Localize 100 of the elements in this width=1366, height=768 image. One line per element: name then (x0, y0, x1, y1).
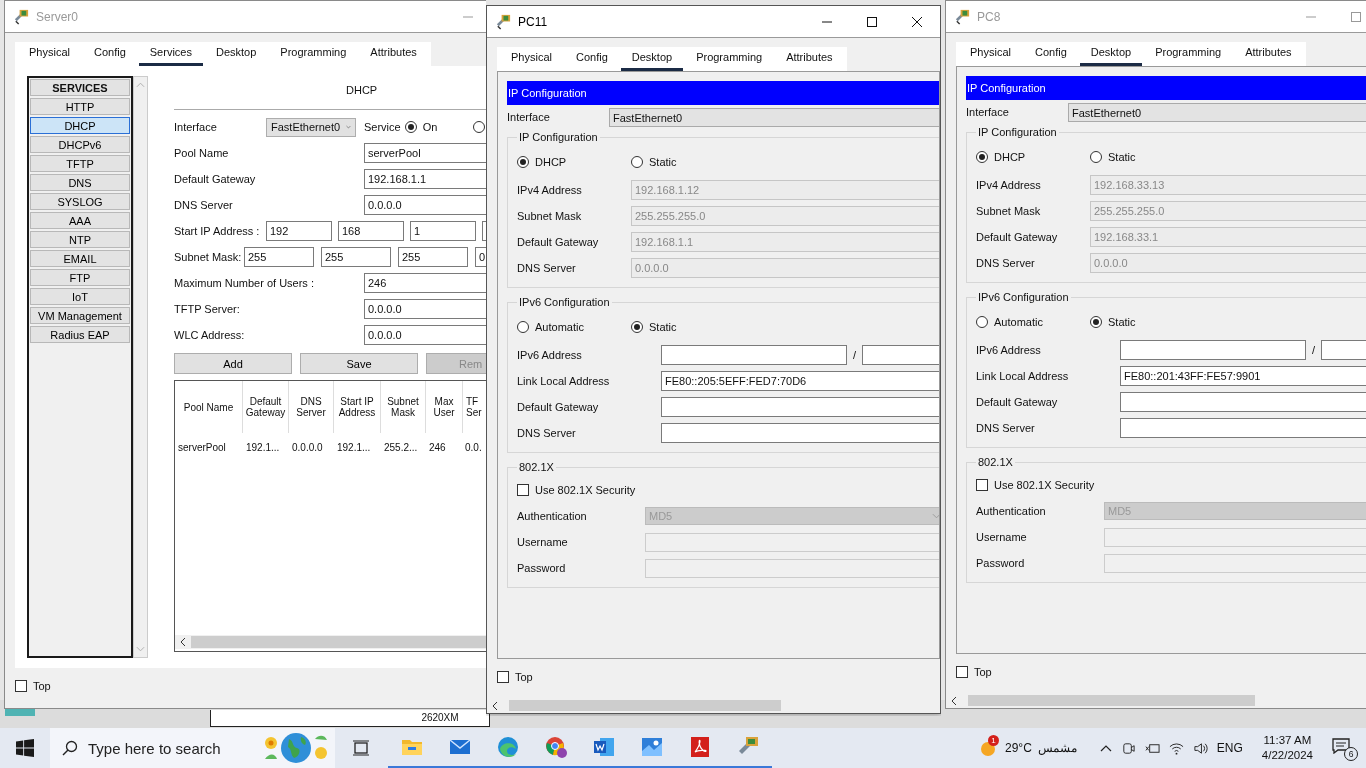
column-header[interactable]: Default Gateway (243, 381, 289, 433)
table-cell-text: 255.2... (383, 441, 419, 453)
checkbox-label: Top (974, 666, 992, 678)
tab[interactable]: Config (82, 42, 137, 66)
table-cell-text: 192.1... (336, 441, 372, 453)
radio-label: On (422, 121, 438, 133)
tab[interactable]: Config (564, 47, 619, 71)
input-field[interactable]: 1 (410, 221, 476, 241)
tab[interactable]: Attributes (359, 42, 428, 66)
language-indicator[interactable]: ENG (1216, 741, 1243, 755)
tab[interactable]: Programming (685, 47, 774, 71)
field-label: Link Local Address (517, 375, 611, 387)
field-label: Default Gateway (976, 231, 1059, 243)
input-field[interactable]: 255 (244, 247, 314, 267)
field-label: Subnet Mask (976, 205, 1042, 217)
tab[interactable]: Attributes (775, 47, 844, 71)
input-field[interactable]: 246 (364, 273, 486, 293)
table-cell-text: 0.0.0.0 (291, 441, 324, 453)
field-label: Password (976, 557, 1026, 569)
group-title: 802.1X (977, 456, 1014, 468)
checkbox-label: Top (33, 680, 51, 692)
service-item[interactable]: DHCPv6 (30, 136, 130, 153)
field-label: Interface (174, 121, 218, 133)
table-cell-text: serverPool (177, 441, 227, 453)
input-field[interactable]: 255 (398, 247, 468, 267)
service-item[interactable]: VM Management (30, 307, 130, 324)
field-label: DNS Server (517, 262, 577, 274)
input-field[interactable]: 192 (266, 221, 332, 241)
radio-label: DHCP (535, 156, 567, 168)
window-title: PC8 (977, 9, 1001, 24)
temperature-text: 29°C (1005, 741, 1032, 755)
interface-field[interactable]: FastEthernet0 (609, 107, 939, 127)
input-field[interactable]: serverPool (364, 143, 486, 163)
tab[interactable]: Programming (1144, 42, 1233, 66)
column-header[interactable]: Max User (426, 381, 463, 433)
field-label: DNS Server (976, 422, 1036, 434)
input-field[interactable]: 168 (338, 221, 404, 241)
input-field[interactable]: 0.0.0.0 (364, 325, 486, 345)
field-label: Authentication (976, 505, 1047, 517)
radio-label: Static (649, 156, 677, 168)
service-item[interactable]: DNS (30, 174, 130, 191)
clock-date[interactable]: 4/22/2024 (1261, 748, 1313, 763)
input-field[interactable]: FE80::201:43FF:FE57:9901 (1120, 366, 1366, 386)
tab[interactable]: Config (1023, 42, 1078, 66)
interface-field[interactable]: FastEthernet0 (1068, 102, 1366, 122)
field-label: Subnet Mask: (174, 251, 243, 263)
tab[interactable]: Attributes (1234, 42, 1303, 66)
window-title: Server0 (36, 9, 79, 24)
separator-text: / (851, 349, 858, 361)
field-label: Pool Name (174, 147, 230, 159)
panel-header: IP Configuration (507, 81, 939, 105)
radio-label: Automatic (994, 316, 1043, 328)
radio-label: Static (649, 321, 677, 333)
service-item[interactable]: DHCP (30, 117, 130, 134)
search-field[interactable]: Type here to search (50, 728, 335, 768)
column-header[interactable]: Start IP Address (334, 381, 381, 433)
service-item[interactable]: FTP (30, 269, 130, 286)
checkbox-label: Top (515, 671, 533, 683)
action-button[interactable]: Add (174, 353, 292, 374)
service-item[interactable]: HTTP (30, 98, 130, 115)
column-header[interactable]: TF Ser (463, 381, 483, 433)
tab[interactable]: Physical (18, 42, 81, 66)
column-header[interactable]: Pool Name (175, 381, 243, 433)
field-label: WLC Address: (174, 329, 246, 341)
tab[interactable]: Physical (500, 47, 563, 71)
checkbox-label: Use 802.1X Security (994, 479, 1095, 491)
service-item[interactable]: TFTP (30, 155, 130, 172)
service-item[interactable]: AAA (30, 212, 130, 229)
action-button[interactable]: Save (300, 353, 418, 374)
tab[interactable]: Physical (959, 42, 1022, 66)
field-label: Default Gateway (517, 401, 600, 413)
field-label: Interface (966, 106, 1010, 118)
weather-text: مشمس (1037, 741, 1077, 755)
tab[interactable]: Programming (269, 42, 358, 66)
column-header[interactable]: DNS Server (289, 381, 334, 433)
service-item[interactable]: SYSLOG (30, 193, 130, 210)
input-field[interactable]: 0.0.0.0 (364, 299, 486, 319)
group-title: IP Configuration (518, 131, 599, 143)
notification-badge: 1 (988, 735, 999, 746)
field-label: Maximum Number of Users : (174, 277, 315, 289)
service-item[interactable]: IoT (30, 288, 130, 305)
panel-header: IP Configuration (966, 76, 1366, 100)
field-label: Link Local Address (976, 370, 1070, 382)
tab[interactable]: Desktop (204, 42, 268, 66)
interface-dropdown[interactable]: FastEthernet0 (266, 117, 356, 137)
field-label: DNS Server (976, 257, 1036, 269)
field-label: Service (364, 121, 401, 133)
column-header[interactable]: Subnet Mask (381, 381, 426, 433)
tab[interactable]: Desktop (620, 47, 684, 71)
tab[interactable]: Desktop (1079, 42, 1143, 66)
service-item[interactable]: EMAIL (30, 250, 130, 267)
field-label: Subnet Mask (517, 210, 583, 222)
input-field[interactable]: 255 (321, 247, 391, 267)
input-field[interactable]: 192.168.1.1 (364, 169, 486, 189)
service-item[interactable]: Radius EAP (30, 326, 130, 343)
clock-time[interactable]: 11:37 AM (1263, 733, 1312, 748)
input-field[interactable]: 0.0.0.0 (364, 195, 486, 215)
input-field[interactable]: FE80::205:5EFF:FED7:70D6 (661, 371, 939, 391)
radio-label: Automatic (535, 321, 584, 333)
service-item[interactable]: NTP (30, 231, 130, 248)
